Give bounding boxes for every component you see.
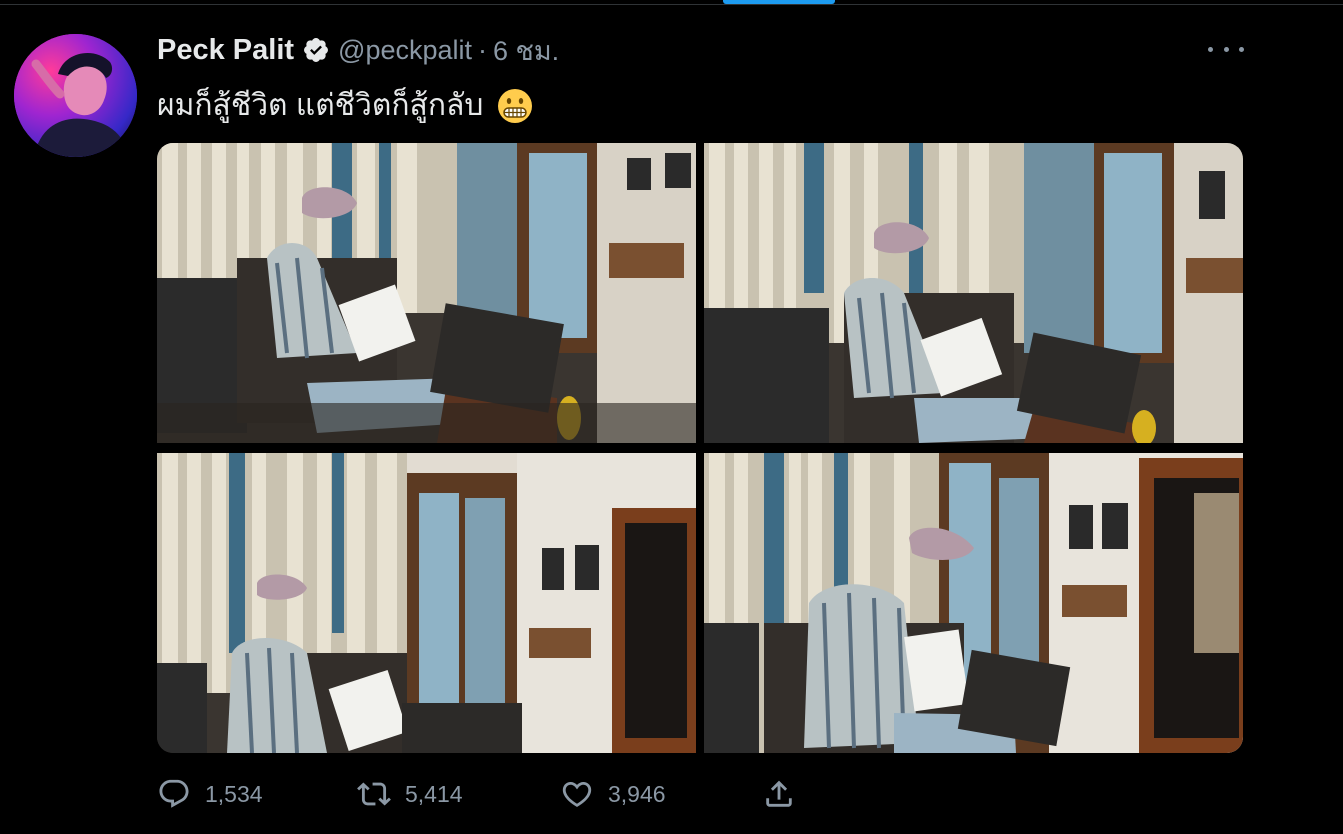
tweet-photo-3[interactable] — [157, 453, 696, 753]
avatar-portrait — [14, 34, 137, 157]
author-handle[interactable]: @peckpalit — [338, 35, 472, 66]
tweet-media-grid — [157, 143, 1243, 753]
tweet-actions-bar: 1,534 5,414 3,946 — [157, 774, 857, 814]
grimacing-face-emoji-icon — [497, 88, 533, 124]
heart-icon — [560, 777, 594, 811]
author-display-name[interactable]: Peck Palit — [157, 34, 294, 67]
tweet-photo-2[interactable] — [704, 143, 1243, 443]
profile-avatar[interactable] — [14, 34, 137, 157]
share-icon — [762, 777, 796, 811]
tweet-header: Peck Palit @peckpalit · 6 ชม. — [157, 30, 559, 70]
verified-badge-icon — [302, 36, 330, 64]
header-divider — [0, 4, 1343, 5]
share-button[interactable] — [762, 774, 796, 814]
tweet-photo-1[interactable] — [157, 143, 696, 443]
retweet-button[interactable]: 5,414 — [357, 774, 463, 814]
active-tab-indicator — [723, 0, 835, 4]
tweet-text: ผมก็สู้ชีวิต แต่ชีวิตก็สู้กลับ — [157, 82, 533, 129]
like-button[interactable]: 3,946 — [560, 774, 666, 814]
like-count: 3,946 — [608, 780, 666, 807]
tweet-page: Peck Palit @peckpalit · 6 ชม. ผมก็สู้ชีว… — [0, 0, 1343, 834]
reply-count: 1,534 — [205, 780, 263, 807]
tweet-photo-4[interactable] — [704, 453, 1243, 753]
reply-icon — [157, 777, 191, 811]
retweet-icon — [357, 777, 391, 811]
retweet-count: 5,414 — [405, 780, 463, 807]
meta-separator: · — [478, 34, 488, 65]
more-options-icon[interactable] — [1208, 38, 1244, 60]
tweet-timestamp[interactable]: 6 ชม. — [493, 29, 559, 72]
reply-button[interactable]: 1,534 — [157, 774, 263, 814]
tweet-text-content: ผมก็สู้ชีวิต แต่ชีวิตก็สู้กลับ — [157, 89, 484, 122]
